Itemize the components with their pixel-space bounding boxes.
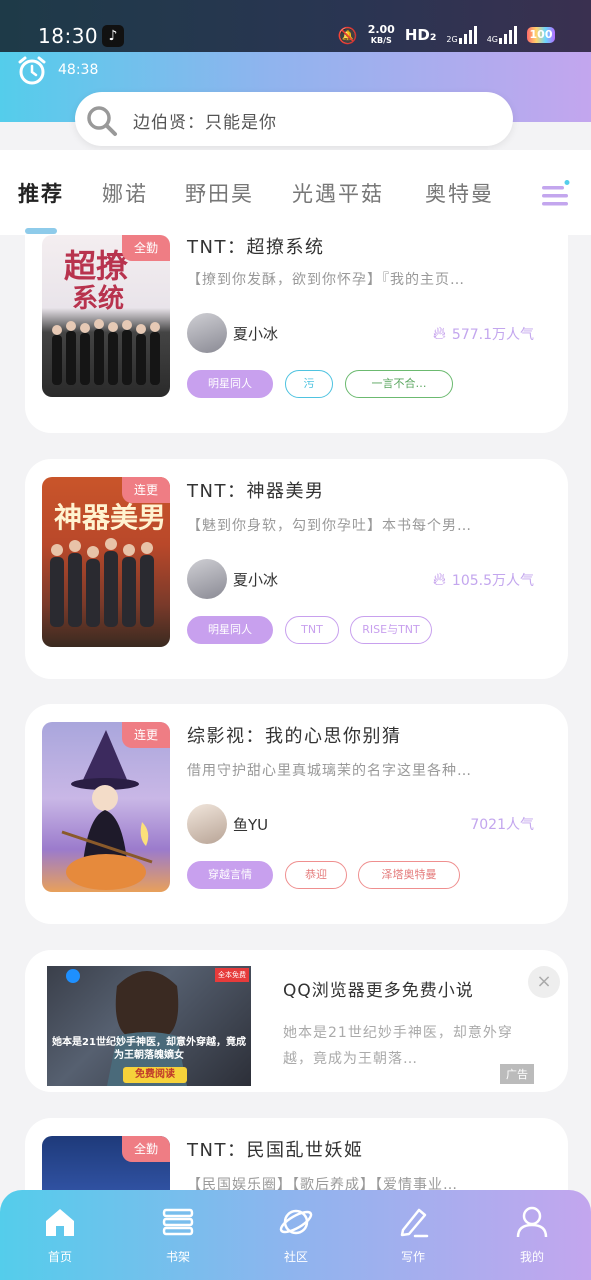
- search-icon: [87, 106, 117, 136]
- ad-corner-tag: 全本免费: [215, 968, 249, 982]
- tag[interactable]: 泽塔奥特曼: [358, 861, 460, 889]
- popularity: 7021人气: [470, 817, 534, 833]
- flame-icon: 🔥︎: [432, 323, 446, 344]
- user-icon: [516, 1206, 548, 1238]
- author-name: 鱼YU: [233, 816, 269, 834]
- book-cover: 超撩 系统 全勤: [42, 235, 170, 397]
- tag[interactable]: 明星同人: [187, 616, 273, 644]
- alarm-clock-icon[interactable]: [16, 55, 48, 87]
- status-badge: 连更: [122, 477, 170, 503]
- flame-icon: 🔥︎: [432, 569, 446, 590]
- ad-label: 广告: [500, 1064, 534, 1084]
- status-icons: 🔕 2.00 KB/S HD₂ 2G 4G 100: [338, 24, 555, 46]
- menu-icon[interactable]: [540, 180, 572, 208]
- popularity: 🔥︎ 577.1万人气: [432, 323, 534, 344]
- battery-icon: 100: [527, 27, 555, 43]
- status-badge: 连更: [122, 722, 170, 748]
- nav-profile[interactable]: 我的: [497, 1204, 567, 1265]
- author-avatar: [187, 804, 227, 844]
- bottom-navigation: 首页 书架 社区 写作 我的: [0, 1190, 591, 1280]
- tab-ultraman[interactable]: 奥特曼: [425, 178, 494, 208]
- tab-indicator: [25, 228, 57, 234]
- book-cover: 连更: [42, 722, 170, 892]
- status-time: 18:30: [38, 24, 99, 48]
- book-card[interactable]: 超撩 系统 全勤 TNT：超撩系统 【撩到你发酥，欲到你怀孕】『我的主页… 夏小…: [25, 235, 568, 433]
- ad-card[interactable]: 全本免费 她本是21世纪妙手神医，却意外穿越，竟成为王朝落魄嫡女 免费阅读 QQ…: [25, 950, 568, 1092]
- nav-bookshelf[interactable]: 书架: [143, 1204, 213, 1265]
- tag[interactable]: 明星同人: [187, 370, 273, 398]
- book-description: 【魅到你身软，勾到你孕吐】本书每个男…: [187, 518, 472, 534]
- hd-label: HD₂: [404, 26, 437, 44]
- tab-guangyu[interactable]: 光遇平菇: [292, 178, 384, 208]
- book-title: TNT：超撩系统: [187, 237, 325, 258]
- book-title: TNT：神器美男: [187, 481, 325, 502]
- author-avatar: [187, 313, 227, 353]
- tab-recommend[interactable]: 推荐: [18, 178, 64, 208]
- status-badge: 全勤: [122, 235, 170, 261]
- category-tabs: 推荐 娜诺 野田昊 光遇平菇 奥特曼: [0, 150, 591, 235]
- pen-icon: [400, 1208, 429, 1238]
- bookshelf-icon: [162, 1208, 194, 1236]
- nav-community[interactable]: 社区: [261, 1204, 331, 1265]
- book-description: 【撩到你发酥，欲到你怀孕】『我的主页…: [187, 272, 465, 288]
- author-name: 夏小冰: [233, 325, 279, 343]
- home-icon: [46, 1209, 74, 1236]
- ad-title: QQ浏览器更多免费小说: [283, 981, 474, 1001]
- network-speed: 2.00 KB/S: [367, 23, 395, 45]
- book-title: 综影视：我的心思你别猜: [187, 726, 402, 747]
- tiktok-icon: ♪: [102, 25, 124, 47]
- planet-icon: [279, 1209, 313, 1235]
- book-description: 借用守护甜心里真城璃茉的名字这里各种…: [187, 763, 472, 779]
- tab-nanuo[interactable]: 娜诺: [102, 178, 148, 208]
- nav-home[interactable]: 首页: [25, 1204, 95, 1265]
- status-badge: 全勤: [122, 1136, 170, 1162]
- tag[interactable]: RISE与TNT: [350, 616, 432, 644]
- book-title: TNT：民国乱世妖姬: [187, 1140, 364, 1161]
- svg-text:系统: 系统: [72, 283, 124, 314]
- tag[interactable]: TNT: [285, 616, 339, 644]
- popularity: 🔥︎ 105.5万人气: [432, 569, 534, 590]
- book-card[interactable]: 连更 综影视：我的心思你别猜 借用守护甜心里真城璃茉的名字这里各种… 鱼YU 7…: [25, 704, 568, 924]
- search-placeholder: 边伯贤：只能是你: [133, 113, 277, 133]
- close-icon[interactable]: ×: [528, 966, 560, 998]
- signal-icon-2: 4G: [487, 26, 517, 44]
- ad-image[interactable]: 全本免费 她本是21世纪妙手神医，却意外穿越，竟成为王朝落魄嫡女 免费阅读: [47, 966, 251, 1086]
- svg-text:神器美男: 神器美男: [54, 501, 166, 534]
- tag[interactable]: 污: [285, 370, 333, 398]
- search-bar[interactable]: 边伯贤：只能是你: [75, 92, 513, 146]
- author-avatar: [187, 559, 227, 599]
- mute-icon: 🔕: [337, 25, 358, 45]
- tag[interactable]: 一言不合…: [345, 370, 453, 398]
- svg-text:超撩: 超撩: [64, 247, 128, 285]
- tag[interactable]: 穿越言情: [187, 861, 273, 889]
- book-cover: 神器美男 连更: [42, 477, 170, 647]
- book-card[interactable]: 神器美男 连更 TNT：神器美男 【魅到你身软，勾到你孕吐】本书每个男… 夏小冰…: [25, 459, 568, 679]
- signal-icon-1: 2G: [446, 26, 477, 44]
- ad-read-button[interactable]: 免费阅读: [123, 1067, 187, 1083]
- tab-yetianhao[interactable]: 野田昊: [185, 178, 254, 208]
- ad-image-caption: 她本是21世纪妙手神医，却意外穿越，竟成为王朝落魄嫡女: [52, 1037, 246, 1061]
- nav-write[interactable]: 写作: [378, 1204, 448, 1265]
- author-name: 夏小冰: [233, 571, 279, 589]
- alarm-timer: 48:38: [58, 62, 99, 78]
- tag[interactable]: 恭迎: [285, 861, 347, 889]
